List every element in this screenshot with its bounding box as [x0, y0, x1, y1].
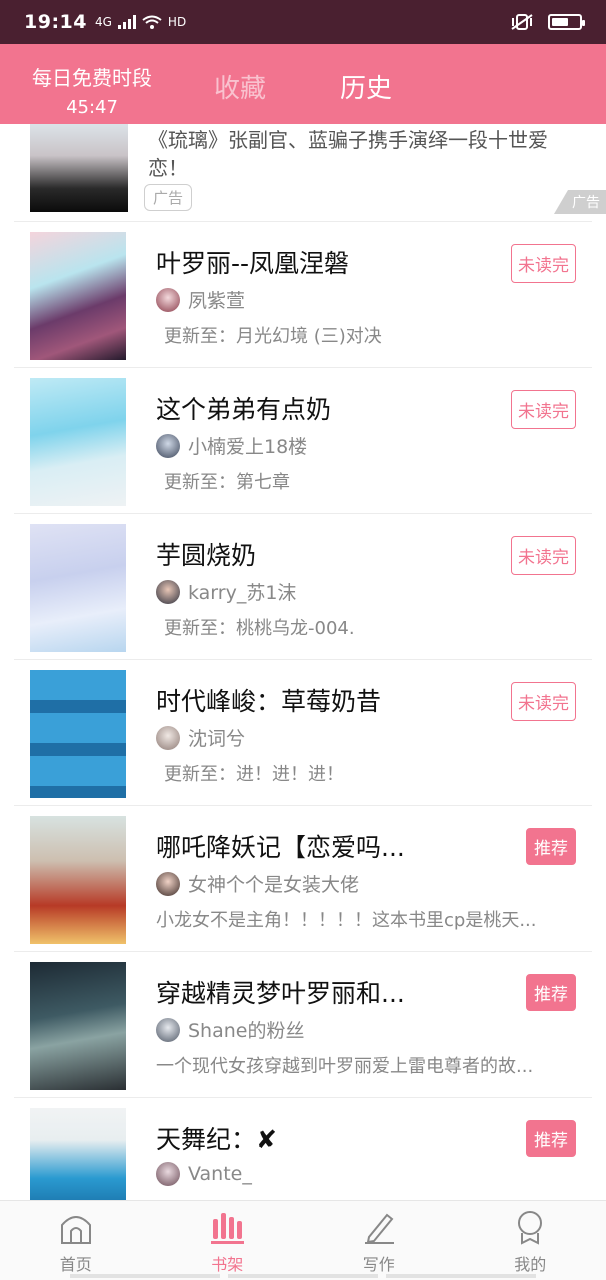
list-item[interactable]: 叶罗丽--凤凰涅磐 夙紫萱 更新至：月光幻境 (三)对决 未读完	[14, 222, 592, 368]
list-item[interactable]: 时代峰峻：草莓奶昔 沈词兮 更新至：进！进！进！ 未读完	[14, 660, 592, 806]
book-author: karry_苏1沫	[156, 578, 296, 605]
nav-me-label: 我的	[514, 1255, 547, 1274]
nav-me[interactable]: 我的	[455, 1201, 606, 1280]
top-header: 每日免费时段 45:47 收藏 历史	[0, 44, 606, 124]
status-badge: 未读完	[511, 390, 576, 429]
hd-indicator: HD	[167, 15, 187, 29]
avatar	[156, 725, 180, 750]
bookshelf-icon	[211, 1213, 245, 1244]
book-author: Vante_	[156, 1162, 252, 1186]
book-update: 更新至：桃桃乌龙-004.	[164, 618, 355, 639]
book-cover	[30, 816, 126, 944]
book-cover	[30, 232, 126, 360]
book-update: 更新至：第七章	[164, 472, 290, 493]
tab-history[interactable]: 历史	[340, 68, 392, 105]
tab-favorites[interactable]: 收藏	[214, 68, 266, 105]
ad-item[interactable]: 《琉璃》张副官、蓝骗子携手演绎一段十世爱恋！ 广告 广告	[14, 124, 606, 222]
ad-tag: 广告	[144, 184, 193, 211]
network-type: 4G	[94, 15, 112, 29]
list-item[interactable]: 天舞纪：✘ Vante_ 推荐	[14, 1098, 592, 1200]
history-list[interactable]: 《琉璃》张副官、蓝骗子携手演绎一段十世爱恋！ 广告 广告 叶罗丽--凤凰涅磐 夙…	[0, 124, 606, 1200]
book-update: 更新至：进！进！进！	[164, 764, 344, 785]
recommend-badge: 推荐	[526, 974, 576, 1011]
home-indicator	[70, 1274, 536, 1278]
home-icon	[60, 1216, 91, 1244]
ad-corner-label: 广告	[554, 190, 606, 214]
list-item[interactable]: 哪吒降妖记【恋爱吗... 女神个个是女装大佬 小龙女不是主角！！！！！这本书里c…	[14, 806, 592, 952]
book-cover	[30, 1108, 126, 1200]
recommend-badge: 推荐	[526, 1120, 576, 1157]
book-cover	[30, 962, 126, 1090]
avatar	[156, 287, 180, 312]
wifi-icon	[142, 15, 162, 29]
book-title: 叶罗丽--凤凰涅磐	[156, 249, 350, 278]
nav-home-label: 首页	[59, 1255, 92, 1274]
nav-write-label: 写作	[362, 1255, 395, 1274]
free-period-timer: 45:47	[66, 97, 118, 118]
free-period-title: 每日免费时段	[32, 66, 152, 90]
book-author: 夙紫萱	[156, 286, 245, 313]
pencil-icon	[364, 1213, 394, 1244]
ad-title: 《琉璃》张副官、蓝骗子携手演绎一段十世爱恋！	[148, 128, 548, 180]
list-item[interactable]: 穿越精灵梦叶罗丽和... Shane的粉丝 一个现代女孩穿越到叶罗丽爱上雷电尊者…	[14, 952, 592, 1098]
battery-icon	[548, 14, 585, 30]
status-time: 19:14	[24, 11, 87, 33]
book-author: 沈词兮	[156, 724, 245, 751]
book-author: 女神个个是女装大佬	[156, 870, 359, 897]
book-title: 天舞纪：✘	[156, 1125, 277, 1154]
book-title: 时代峰峻：草莓奶昔	[156, 687, 382, 716]
status-bar: 19:14 4G HD	[0, 0, 606, 44]
book-author: 小楠爱上18楼	[156, 432, 307, 459]
vibrate-icon	[511, 14, 533, 30]
book-author: Shane的粉丝	[156, 1016, 304, 1043]
status-badge: 未读完	[511, 536, 576, 575]
bottom-nav: 首页 书架 写作 我的	[0, 1200, 606, 1280]
book-title: 穿越精灵梦叶罗丽和...	[156, 979, 405, 1008]
book-title: 哪吒降妖记【恋爱吗...	[156, 833, 405, 862]
book-update: 更新至：月光幻境 (三)对决	[164, 326, 382, 347]
book-title: 这个弟弟有点奶	[156, 395, 332, 424]
free-period-box[interactable]: 每日免费时段 45:47	[22, 62, 162, 118]
book-description: 一个现代女孩穿越到叶罗丽爱上雷电尊者的故...	[156, 1056, 534, 1077]
nav-write[interactable]: 写作	[303, 1201, 455, 1280]
book-cover	[30, 524, 126, 652]
nav-bookshelf[interactable]: 书架	[152, 1201, 304, 1280]
signal-icon	[117, 15, 136, 29]
nav-bookshelf-label: 书架	[211, 1255, 244, 1274]
book-description: 小龙女不是主角！！！！！这本书里cp是桃天...	[156, 910, 537, 931]
profile-icon	[518, 1211, 543, 1245]
book-title: 芋圆烧奶	[156, 541, 257, 570]
status-badge: 未读完	[511, 244, 576, 283]
ad-thumbnail	[30, 124, 128, 212]
book-cover	[30, 378, 126, 506]
avatar	[156, 1017, 180, 1042]
nav-home[interactable]: 首页	[0, 1201, 152, 1280]
avatar	[156, 579, 180, 604]
book-cover	[30, 670, 126, 798]
signal-icons: 4G HD	[95, 15, 186, 29]
avatar	[156, 871, 180, 896]
avatar	[156, 433, 180, 458]
list-item[interactable]: 这个弟弟有点奶 小楠爱上18楼 更新至：第七章 未读完	[14, 368, 592, 514]
list-item[interactable]: 芋圆烧奶 karry_苏1沫 更新至：桃桃乌龙-004. 未读完	[14, 514, 592, 660]
status-badge: 未读完	[511, 682, 576, 721]
avatar	[156, 1162, 180, 1186]
recommend-badge: 推荐	[526, 828, 576, 865]
